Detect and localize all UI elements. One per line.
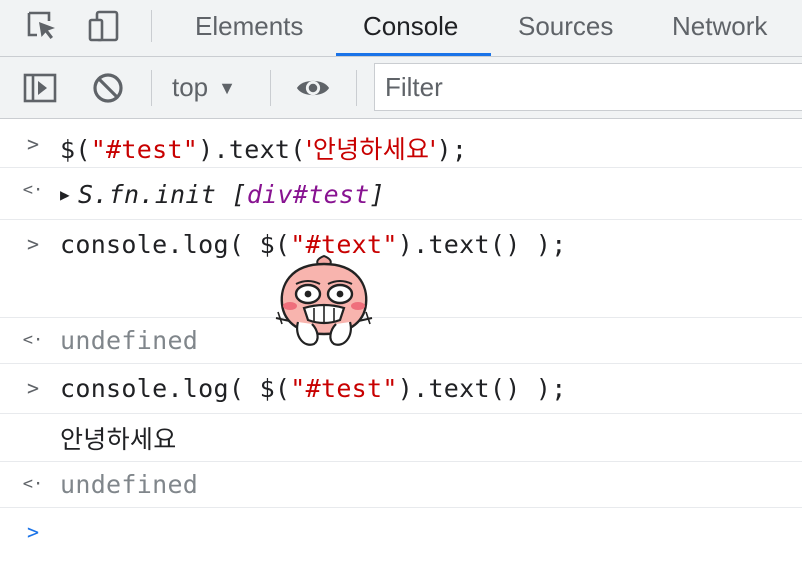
code-token: $( — [60, 135, 91, 164]
result-value: undefined — [60, 326, 199, 355]
expand-triangle-icon[interactable]: ▶ — [60, 185, 70, 204]
code-token: ); — [436, 135, 468, 164]
object-bracket: ] — [369, 180, 385, 209]
code-token: console.log( $( — [60, 230, 291, 259]
active-tab-indicator — [336, 53, 491, 56]
sticker-peach-icon — [268, 252, 380, 356]
console-input-row: > $("#test").text('안녕하세요'); — [0, 120, 802, 168]
input-arrow-icon: > — [26, 232, 40, 256]
result-arrow-icon: <· — [22, 474, 44, 494]
console-command[interactable]: $("#test").text('안녕하세요'); — [60, 130, 467, 166]
eye-icon[interactable] — [295, 70, 331, 106]
object-element: div#test — [246, 180, 370, 209]
code-token: ).text() ); — [397, 374, 567, 403]
select-element-icon[interactable] — [24, 8, 60, 44]
string-literal: "#test" — [290, 374, 398, 403]
log-output: 안녕하세요 — [60, 425, 177, 454]
code-token: ).text( — [198, 135, 306, 164]
input-arrow-icon: > — [26, 132, 40, 156]
console-toolbar: top ▼ — [0, 57, 802, 119]
clear-console-icon[interactable] — [90, 70, 126, 106]
input-arrow-icon: > — [26, 376, 40, 400]
tab-network[interactable]: Network — [670, 0, 769, 57]
filter-input[interactable] — [374, 63, 802, 111]
console-input-row: > console.log( $("#text").text() ); — [0, 220, 802, 270]
console-result-row: <· undefined — [0, 318, 802, 364]
toolbar-divider — [151, 10, 152, 42]
console-result-row: <· undefined — [0, 462, 802, 508]
tab-sources[interactable]: Sources — [516, 0, 615, 57]
caret-down-icon: ▼ — [218, 78, 236, 98]
result-arrow-icon: <· — [22, 180, 44, 200]
object-preview[interactable]: ▶ S.fn.init [div#test] — [60, 180, 385, 209]
context-selector[interactable]: top ▼ — [172, 67, 236, 107]
result-arrow-icon: <· — [22, 330, 44, 350]
console-command[interactable]: console.log( $("#test").text() ); — [60, 374, 567, 403]
sidebar-toggle-icon[interactable] — [22, 70, 58, 106]
prompt-arrow-icon: > — [26, 520, 40, 544]
console-result-row: <· ▶ S.fn.init [div#test] — [0, 168, 802, 220]
console-prompt-row[interactable]: > — [0, 508, 802, 576]
toolbar-divider — [151, 70, 152, 106]
devtools-tab-bar: Elements Console Sources Network — [0, 0, 802, 57]
result-value: undefined — [60, 470, 199, 499]
console-log-row — [0, 270, 802, 318]
toolbar-divider — [356, 70, 357, 106]
string-literal: '안녕하세요' — [305, 135, 437, 164]
code-token: ).text() ); — [397, 230, 567, 259]
device-toolbar-icon[interactable] — [86, 8, 122, 44]
console-input-row: > console.log( $("#test").text() ); — [0, 364, 802, 414]
tab-elements[interactable]: Elements — [193, 0, 305, 57]
toolbar-divider — [270, 70, 271, 106]
tab-console[interactable]: Console — [361, 0, 460, 57]
context-label: top — [172, 72, 209, 102]
code-token: console.log( $( — [60, 374, 291, 403]
string-literal: "#test" — [90, 135, 199, 164]
console-messages: > $("#test").text('안녕하세요'); <· ▶ S.fn.ini… — [0, 120, 802, 576]
console-log-row: 안녕하세요 — [0, 414, 802, 462]
object-type: S.fn.init [ — [77, 180, 247, 209]
